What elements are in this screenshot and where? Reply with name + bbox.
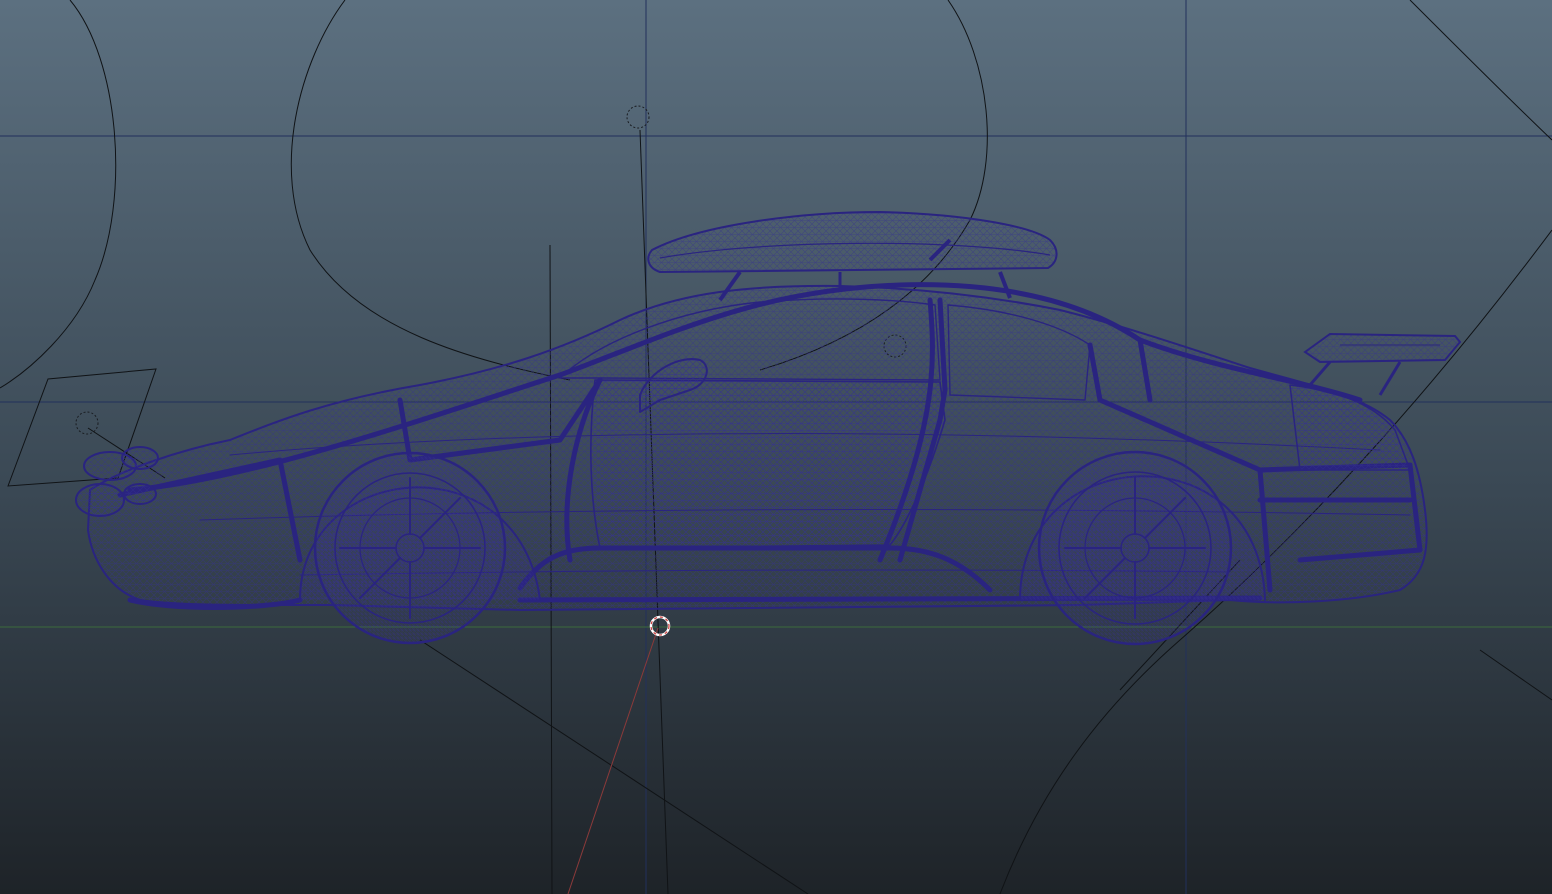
3d-viewport[interactable] xyxy=(0,0,1552,894)
light-radius-curve xyxy=(290,0,571,381)
manipulator-pivot-icon[interactable] xyxy=(649,615,671,637)
rear-wheel xyxy=(1037,450,1233,646)
camera-frustum-line xyxy=(1479,649,1552,701)
axis-indicator-line xyxy=(567,627,659,894)
car-wireframe-icon[interactable] xyxy=(75,282,1428,646)
front-wheel xyxy=(313,451,507,645)
viewport-scene[interactable] xyxy=(0,0,1552,894)
camera-frustum-line xyxy=(419,639,809,894)
light-radius-curve xyxy=(0,0,117,389)
light-radius-curve xyxy=(1409,0,1552,141)
light-locator-icon xyxy=(75,411,99,435)
rear-wing-wireframe-icon[interactable] xyxy=(1303,332,1462,396)
